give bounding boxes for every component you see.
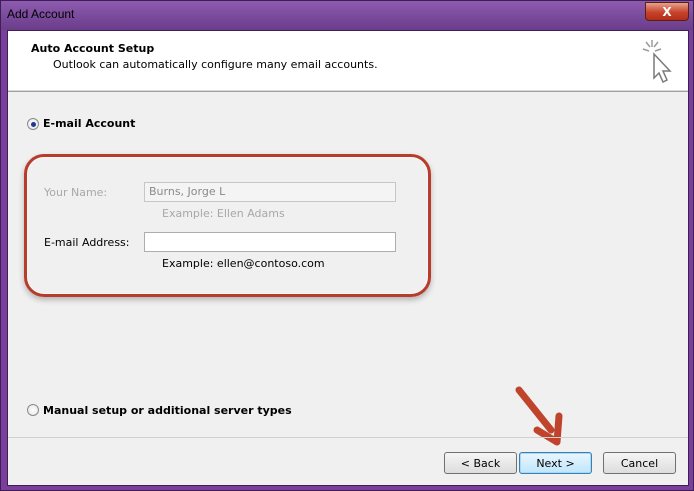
manual-setup-radio[interactable] — [27, 404, 39, 416]
header-subtitle: Outlook can automatically configure many… — [53, 58, 378, 71]
window-title: Add Account — [7, 7, 75, 21]
highlight-callout — [24, 154, 431, 297]
manual-setup-label[interactable]: Manual setup or additional server types — [43, 404, 292, 417]
footer-divider — [8, 437, 688, 438]
email-account-radio[interactable] — [27, 118, 39, 130]
email-example: Example: ellen@contoso.com — [162, 257, 325, 270]
close-button[interactable]: X — [645, 2, 689, 21]
header-title: Auto Account Setup — [31, 42, 155, 55]
header-divider — [8, 91, 688, 92]
dialog-header: Auto Account Setup Outlook can automatic… — [8, 31, 688, 91]
your-name-label: Your Name: — [44, 186, 108, 199]
title-bar[interactable]: Add Account X — [1, 1, 693, 30]
next-button[interactable]: Next > — [519, 452, 592, 474]
your-name-field: Burns, Jorge L — [144, 182, 396, 202]
add-account-window: Add Account X Auto Account Setup Outlook… — [0, 0, 694, 491]
dialog-client-area: Auto Account Setup Outlook can automatic… — [7, 30, 689, 486]
name-example: Example: Ellen Adams — [162, 207, 285, 220]
cursor-sparkle-icon — [642, 40, 672, 84]
email-account-label[interactable]: E-mail Account — [43, 117, 135, 130]
back-button[interactable]: < Back — [444, 452, 517, 474]
cancel-button[interactable]: Cancel — [603, 452, 676, 474]
email-address-label: E-mail Address: — [44, 236, 130, 249]
email-address-field[interactable] — [144, 232, 396, 252]
callout-arrow-icon — [515, 386, 563, 446]
